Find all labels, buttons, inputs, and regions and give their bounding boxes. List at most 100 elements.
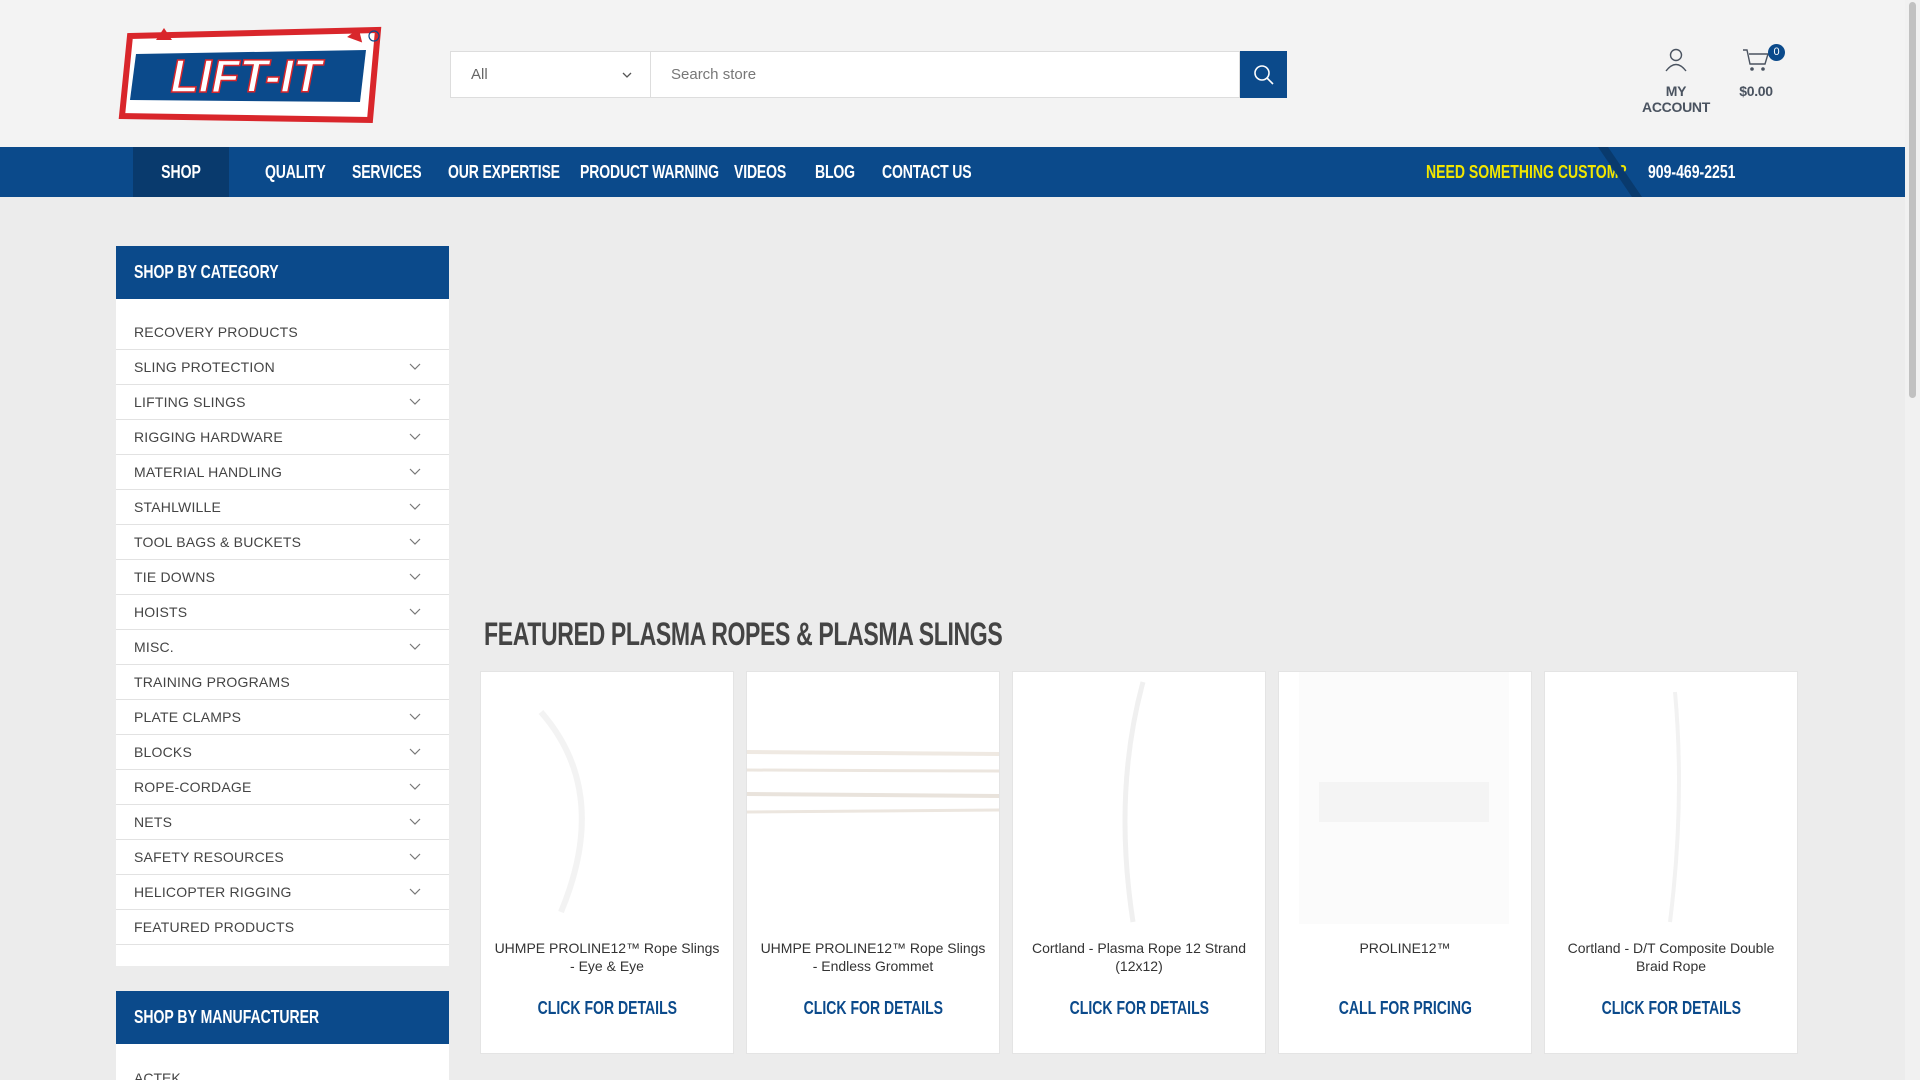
sidebar-item[interactable]: BLOCKS xyxy=(116,735,449,770)
product-name[interactable]: PROLINE12™ xyxy=(1289,939,1521,957)
chevron-down-icon[interactable] xyxy=(409,748,421,756)
scrollbar-thumb[interactable] xyxy=(1909,2,1916,398)
phone-block: 909-469-2251 xyxy=(1598,147,1905,197)
sidebar-item[interactable]: MATERIAL HANDLING xyxy=(116,455,449,490)
product-image[interactable] xyxy=(1545,672,1797,924)
sidebar-item[interactable]: MISC. xyxy=(116,630,449,665)
sidebar-item[interactable]: HOISTS xyxy=(116,595,449,630)
sidebar-item-label: NETS xyxy=(134,814,173,830)
product-cta-label: CLICK FOR DETAILS xyxy=(803,998,943,1018)
nav-quality[interactable]: QUALITY xyxy=(265,147,326,197)
my-account-link[interactable]: MY ACCOUNT xyxy=(1636,48,1716,115)
product-name[interactable]: UHMPE PROLINE12™ Rope Slings - Endless G… xyxy=(757,939,989,975)
sidebar-item[interactable]: NETS xyxy=(116,805,449,840)
chevron-down-icon[interactable] xyxy=(409,608,421,616)
page-scrollbar[interactable] xyxy=(1905,0,1920,1080)
nav-shop[interactable]: SHOP xyxy=(133,147,229,197)
product-image[interactable] xyxy=(481,672,733,924)
product-card[interactable]: PROLINE12™ CALL FOR PRICING xyxy=(1278,671,1532,1054)
user-icon xyxy=(1665,48,1687,72)
chevron-down-icon xyxy=(622,72,632,78)
search-icon xyxy=(1253,64,1274,85)
chevron-down-icon[interactable] xyxy=(409,363,421,371)
sidebar-item-label: ROPE-CORDAGE xyxy=(134,779,252,795)
product-cta[interactable]: CLICK FOR DETAILS xyxy=(1013,998,1265,1019)
sidebar-item-label: TRAINING PROGRAMS xyxy=(134,674,290,690)
lift-it-logo[interactable]: LIFT-IT xyxy=(116,24,392,124)
chevron-down-icon[interactable] xyxy=(409,713,421,721)
nav-videos[interactable]: VIDEOS xyxy=(734,147,786,197)
chevron-down-icon[interactable] xyxy=(409,398,421,406)
sidebar-item[interactable]: ROPE-CORDAGE xyxy=(116,770,449,805)
chevron-down-icon[interactable] xyxy=(409,853,421,861)
sidebar-item-label: SLING PROTECTION xyxy=(134,359,275,375)
sidebar-item-label: PLATE CLAMPS xyxy=(134,709,242,725)
cart-total: $0.00 xyxy=(1739,83,1773,99)
cart-link[interactable]: 0 $0.00 xyxy=(1728,44,1785,99)
product-cta-label: CLICK FOR DETAILS xyxy=(537,998,677,1018)
manufacturer-heading-label: SHOP BY MANUFACTURER xyxy=(134,1007,320,1027)
sidebar-item[interactable]: FEATURED PRODUCTS xyxy=(116,910,449,945)
sidebar-item[interactable]: STAHLWILLE xyxy=(116,490,449,525)
sidebar-item[interactable]: PLATE CLAMPS xyxy=(116,700,449,735)
category-select[interactable]: All xyxy=(450,51,650,98)
chevron-down-icon[interactable] xyxy=(409,818,421,826)
product-card[interactable]: Cortland - D/T Composite Double Braid Ro… xyxy=(1544,671,1798,1054)
product-name[interactable]: Cortland - D/T Composite Double Braid Ro… xyxy=(1555,939,1787,975)
cart-count-badge: 0 xyxy=(1768,44,1785,61)
search-input[interactable] xyxy=(650,51,1240,98)
sidebar-item[interactable]: SLING PROTECTION xyxy=(116,350,449,385)
chevron-down-icon[interactable] xyxy=(409,468,421,476)
product-card[interactable]: UHMPE PROLINE12™ Rope Slings - Endless G… xyxy=(746,671,1000,1054)
sidebar-item-label: BLOCKS xyxy=(134,744,192,760)
need-something-custom-link[interactable]: NEED SOMETHING CUSTOM? xyxy=(1426,147,1627,197)
sidebar-item[interactable]: RIGGING HARDWARE xyxy=(116,420,449,455)
nav-shop-label: SHOP xyxy=(161,162,201,182)
product-name[interactable]: UHMPE PROLINE12™ Rope Slings - Eye & Eye xyxy=(491,939,723,975)
chevron-down-icon[interactable] xyxy=(409,783,421,791)
nav-services[interactable]: SERVICES xyxy=(352,147,422,197)
chevron-down-icon[interactable] xyxy=(409,573,421,581)
sidebar-heading-label: SHOP BY CATEGORY xyxy=(134,262,279,282)
sidebar-item-label: SAFETY RESOURCES xyxy=(134,849,284,865)
chevron-down-icon[interactable] xyxy=(409,888,421,896)
svg-text:LIFT-IT: LIFT-IT xyxy=(171,50,326,102)
product-name[interactable]: Cortland - Plasma Rope 12 Strand (12x12) xyxy=(1023,939,1255,975)
sidebar-item[interactable]: TRAINING PROGRAMS xyxy=(116,665,449,700)
manufacturer-item[interactable]: ACTEK xyxy=(116,1044,449,1080)
sidebar-item-label: RECOVERY PRODUCTS xyxy=(134,324,298,340)
sidebar-item[interactable]: LIFTING SLINGS xyxy=(116,385,449,420)
product-image[interactable] xyxy=(747,672,999,924)
product-card[interactable]: UHMPE PROLINE12™ Rope Slings - Eye & Eye… xyxy=(480,671,734,1054)
product-cta[interactable]: CLICK FOR DETAILS xyxy=(747,998,999,1019)
nav-slant-divider xyxy=(1598,147,1642,197)
nav-product-warning[interactable]: PRODUCT WARNING xyxy=(580,147,719,197)
sidebar-item-label: MISC. xyxy=(134,639,174,655)
sidebar-item[interactable]: TIE DOWNS xyxy=(116,560,449,595)
sidebar-item-label: MATERIAL HANDLING xyxy=(134,464,283,480)
product-image[interactable] xyxy=(1279,672,1531,924)
chevron-down-icon[interactable] xyxy=(409,503,421,511)
product-cta-label: CLICK FOR DETAILS xyxy=(1601,998,1741,1018)
chevron-down-icon[interactable] xyxy=(409,538,421,546)
chevron-down-icon[interactable] xyxy=(409,643,421,651)
sidebar-item[interactable]: RECOVERY PRODUCTS xyxy=(116,315,449,350)
product-cta[interactable]: CALL FOR PRICING xyxy=(1279,998,1531,1019)
product-cta[interactable]: CLICK FOR DETAILS xyxy=(481,998,733,1019)
nav-contact-us[interactable]: CONTACT US xyxy=(882,147,972,197)
sidebar-item[interactable]: HELICOPTER RIGGING xyxy=(116,875,449,910)
category-select-value: All xyxy=(471,66,488,83)
product-cta[interactable]: CLICK FOR DETAILS xyxy=(1545,998,1797,1019)
sidebar-item[interactable]: SAFETY RESOURCES xyxy=(116,840,449,875)
sidebar-item[interactable]: TOOL BAGS & BUCKETS xyxy=(116,525,449,560)
manufacturer-heading: SHOP BY MANUFACTURER xyxy=(116,991,449,1044)
sidebar-heading: SHOP BY CATEGORY xyxy=(116,246,449,299)
chevron-down-icon[interactable] xyxy=(409,433,421,441)
phone-number[interactable]: 909-469-2251 xyxy=(1648,147,1735,197)
nav-our-expertise[interactable]: OUR EXPERTISE xyxy=(448,147,560,197)
product-image[interactable] xyxy=(1013,672,1265,924)
search-button[interactable] xyxy=(1240,51,1287,98)
product-card[interactable]: Cortland - Plasma Rope 12 Strand (12x12)… xyxy=(1012,671,1266,1054)
my-account-label: MY ACCOUNT xyxy=(1642,83,1710,115)
nav-blog[interactable]: BLOG xyxy=(815,147,855,197)
